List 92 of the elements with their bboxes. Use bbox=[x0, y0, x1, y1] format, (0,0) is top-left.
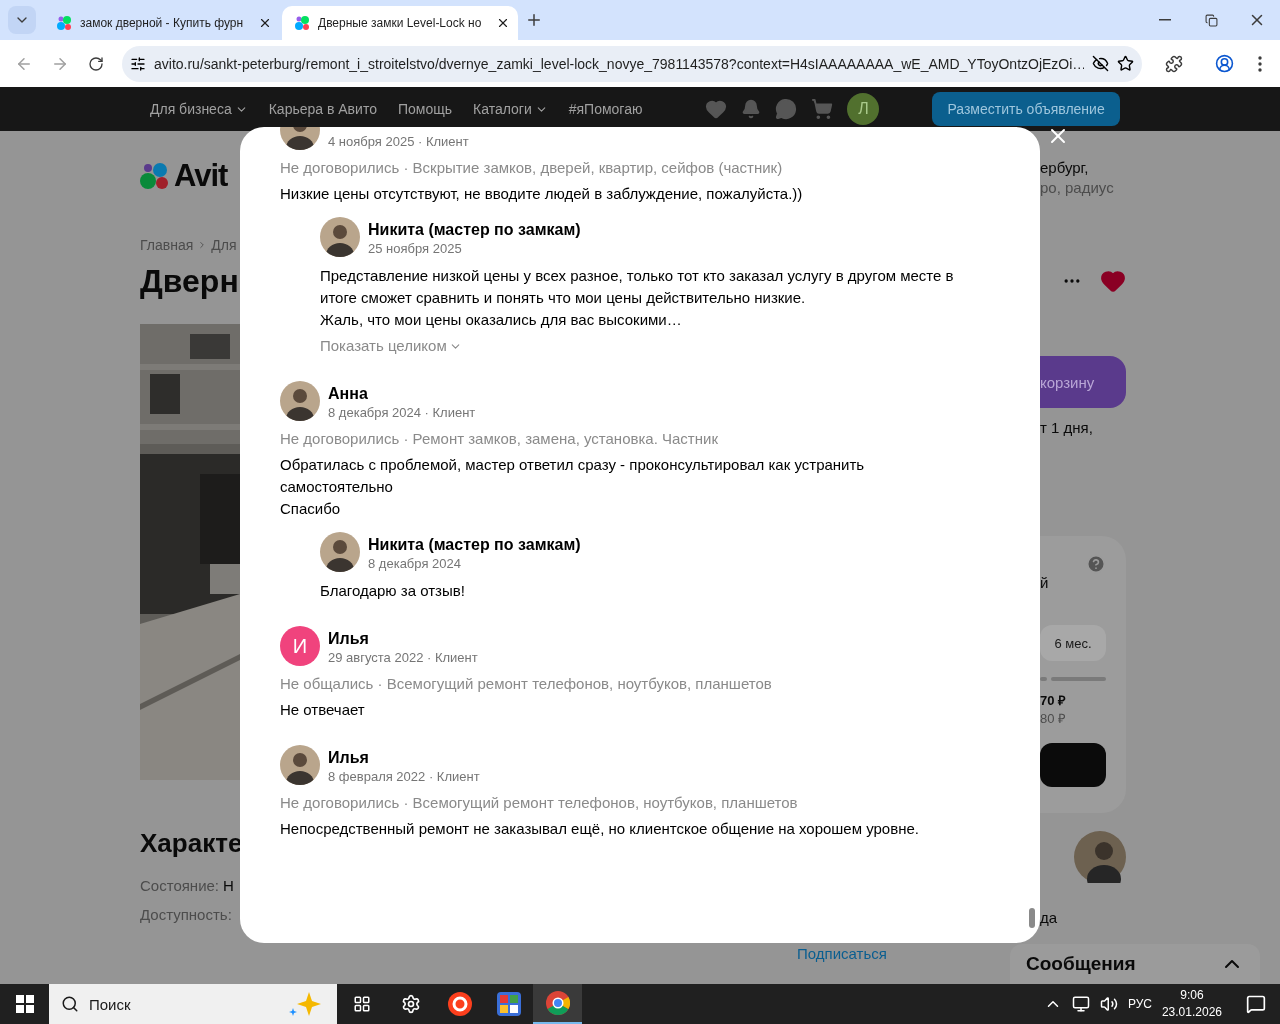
review-meta: 8 декабря 2024 · Клиент bbox=[328, 404, 476, 421]
nav-link[interactable]: Каталоги bbox=[473, 101, 548, 117]
favorite-icon[interactable] bbox=[1100, 268, 1126, 294]
review-text: Обратилась с проблемой, мастер ответил сразу - проконсультировал как устранить самостоятельно Спасибо bbox=[280, 455, 866, 519]
price-text: 70 ₽ bbox=[1040, 692, 1068, 709]
language-indicator[interactable]: РУС bbox=[1127, 997, 1152, 1011]
spec-label: Доступность: bbox=[140, 906, 232, 923]
location-text: ро, радиус bbox=[1040, 178, 1114, 198]
puzzle-icon bbox=[1165, 54, 1183, 73]
tab-title: замок дверной - Купить фурн bbox=[80, 16, 245, 30]
logo-text: Avit bbox=[174, 158, 228, 194]
notifications-icon[interactable] bbox=[741, 99, 762, 119]
search-icon bbox=[61, 995, 79, 1013]
taskbar-search-field[interactable]: Поиск bbox=[49, 984, 337, 1024]
review-meta: 8 декабря 2024 bbox=[368, 555, 462, 572]
spec-value: Н bbox=[223, 877, 234, 894]
review-text: Низкие цены отсутствуют, не вводите людей в заблуждение, пожалуйста.)) bbox=[280, 184, 804, 204]
gear-icon bbox=[400, 994, 421, 1014]
spec-label: Состояние: bbox=[140, 877, 219, 894]
card-text: й bbox=[1040, 574, 1050, 591]
deal-status: Не договорились · Ремонт замков, замена, установка. Частник bbox=[280, 429, 719, 449]
location-text: ербург, bbox=[1040, 158, 1089, 178]
post-ad-button[interactable]: Разместить объявление bbox=[932, 92, 1120, 126]
author-name: Илья bbox=[328, 748, 370, 768]
listing-title: Дверн bbox=[140, 263, 239, 300]
nav-link[interactable]: #яПомогаю bbox=[568, 101, 643, 117]
show-more-link[interactable]: Показать целиком bbox=[320, 335, 462, 357]
bookmark-icon[interactable] bbox=[1117, 55, 1134, 72]
messages-title: Сообщения bbox=[1026, 953, 1136, 975]
deal-status: Не договорились · Всемогущий ремонт телефонов, ноутбуков, планшетов bbox=[280, 793, 799, 813]
review-text: Не отвечает bbox=[280, 700, 366, 720]
nav-link[interactable]: Для бизнеса bbox=[150, 101, 248, 117]
notification-icon bbox=[1246, 994, 1266, 1014]
seller-avatar bbox=[1074, 831, 1126, 883]
review-meta: 8 февраля 2022 · Клиент bbox=[328, 768, 480, 785]
tab-search-button[interactable] bbox=[8, 6, 36, 34]
nav-link[interactable]: Карьера в Авито bbox=[268, 101, 377, 117]
user-avatar bbox=[280, 745, 320, 785]
reload-icon bbox=[88, 55, 104, 72]
author-name: Никита (мастер по замкам) bbox=[368, 220, 581, 240]
network-icon[interactable] bbox=[1071, 995, 1090, 1013]
favorites-icon[interactable] bbox=[705, 98, 728, 120]
restore-icon bbox=[1204, 13, 1218, 27]
favicon-icon bbox=[294, 15, 310, 31]
minimize-icon bbox=[1159, 19, 1171, 21]
seller-text: да bbox=[1040, 908, 1058, 928]
reply-text: Благодарю за отзыв! bbox=[320, 581, 466, 601]
volume-icon[interactable] bbox=[1099, 995, 1118, 1013]
messages-panel[interactable]: Сообщения bbox=[1010, 944, 1260, 984]
task-view-icon bbox=[352, 995, 371, 1013]
review-meta: 29 августа 2022 · Клиент bbox=[328, 649, 478, 666]
period-option[interactable]: 6 мес. bbox=[1040, 625, 1106, 661]
cart-icon[interactable] bbox=[811, 98, 834, 120]
browser-tab[interactable]: замок дверной - Купить фурн bbox=[44, 6, 280, 40]
site-info-icon[interactable] bbox=[130, 55, 146, 72]
chrome-button[interactable] bbox=[533, 984, 582, 1024]
review-meta: 4 ноября 2025 · Клиент bbox=[328, 133, 469, 150]
user-avatar: И bbox=[280, 626, 320, 666]
chrome-icon bbox=[545, 991, 570, 1015]
section-title: Характе bbox=[140, 828, 243, 859]
user-avatar bbox=[320, 532, 360, 572]
windows-logo-icon bbox=[15, 995, 34, 1013]
user-avatar bbox=[320, 217, 360, 257]
favicon-icon bbox=[56, 15, 72, 31]
close-icon[interactable] bbox=[496, 16, 510, 30]
plus-icon bbox=[525, 11, 543, 29]
close-icon[interactable] bbox=[258, 16, 272, 30]
messages-icon[interactable] bbox=[775, 98, 798, 120]
old-price-text: 80 ₽ bbox=[1040, 710, 1068, 727]
help-icon[interactable] bbox=[1086, 554, 1106, 574]
menu-icon bbox=[1258, 55, 1262, 72]
review-meta: 25 ноября 2025 bbox=[368, 240, 463, 257]
author-name: Илья bbox=[328, 629, 370, 649]
tab-title: Дверные замки Level-Lock но bbox=[318, 16, 483, 30]
nav-link[interactable]: Помощь bbox=[397, 101, 452, 117]
deal-status: Не общались · Всемогущий ремонт телефонов, ноутбуков, планшетов bbox=[280, 674, 773, 694]
scrollbar-thumb[interactable] bbox=[1029, 908, 1035, 928]
browser-logo-icon bbox=[447, 992, 472, 1016]
tracking-icon[interactable] bbox=[1092, 55, 1109, 72]
review-text: Непосредственный ремонт не заказывал ещё, но клиентское общение на хорошем уровне. bbox=[280, 819, 920, 839]
author-name: Анна bbox=[328, 384, 369, 404]
reply-text: Представление низкой цены у всех разное, только тот кто заказал услугу в другом месте в итоге сможет сравнить и понять что мои цены действительно низкие. Жаль, что мои цены оказались для вас высокими… bbox=[320, 266, 955, 330]
card-button[interactable] bbox=[1040, 743, 1106, 787]
browser-tab[interactable]: Дверные замки Level-Lock но bbox=[282, 6, 518, 40]
delivery-text: т 1 дня, bbox=[1040, 418, 1093, 438]
tiles-icon bbox=[496, 992, 521, 1016]
user-avatar bbox=[280, 381, 320, 421]
clock[interactable]: 9:06 23.01.2026 bbox=[1161, 987, 1222, 1021]
author-name: Никита (мастер по замкам) bbox=[368, 535, 581, 555]
profile-icon bbox=[1214, 54, 1234, 73]
search-placeholder: Поиск bbox=[89, 995, 131, 1013]
deal-status: Не договорились · Вскрытие замков, дверей, квартир, сейфов (частник) bbox=[280, 158, 784, 178]
